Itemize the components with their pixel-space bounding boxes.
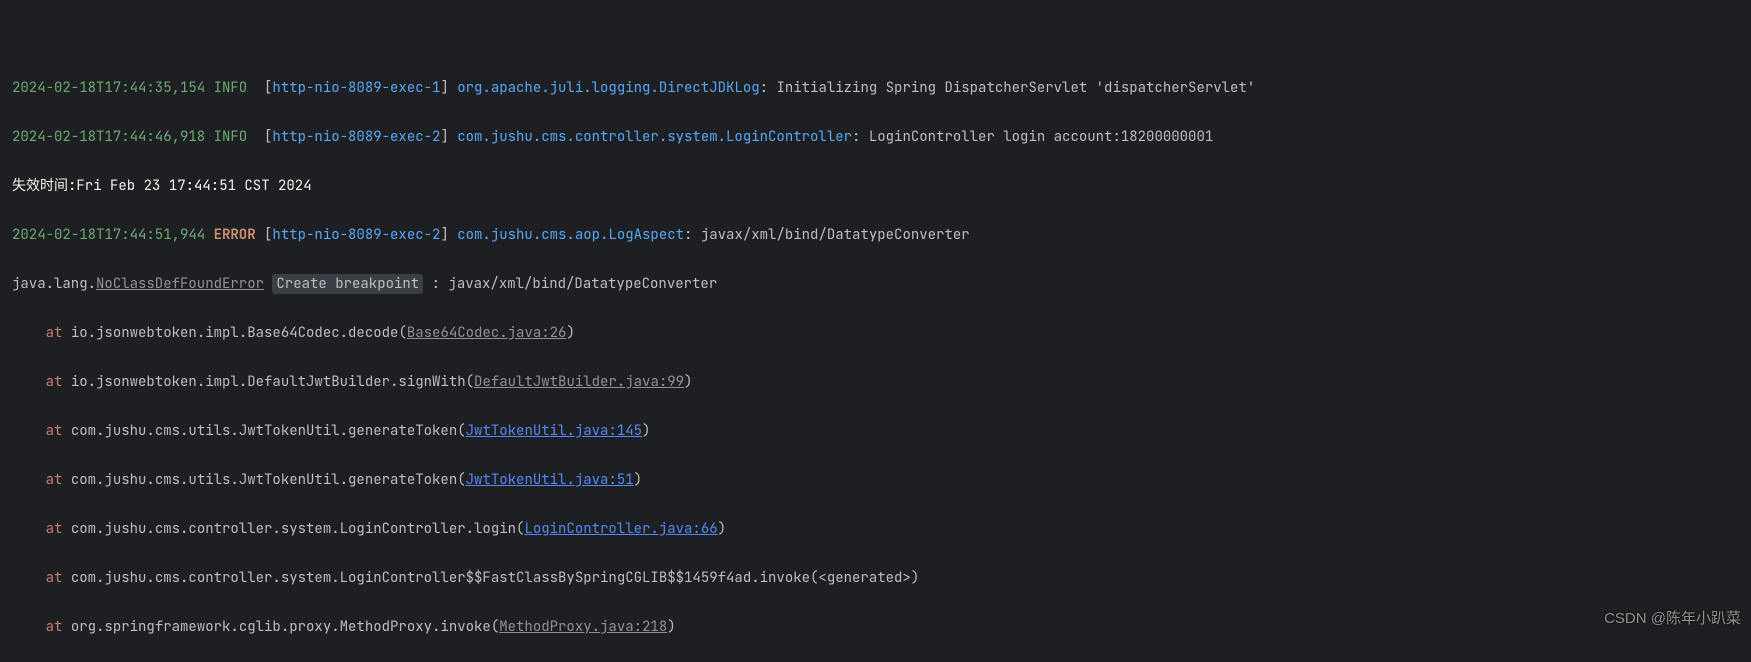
frame: io.jsonwebtoken.impl.DefaultJwtBuilder.s… [71, 373, 466, 391]
logger: com.jushu.cms.controller.system.LoginCon… [457, 128, 852, 146]
source-link[interactable]: LoginController.java:66 [524, 520, 717, 538]
logger: org.apache.juli.logging.DirectJDKLog [457, 79, 759, 97]
at: at [46, 569, 63, 587]
source-link[interactable]: JwtTokenUtil.java:51 [466, 471, 634, 489]
level: INFO [214, 79, 248, 97]
at: at [46, 373, 63, 391]
source-link[interactable]: MethodProxy.java:218 [499, 618, 667, 636]
source-link[interactable]: Base64Codec.java:26 [407, 324, 567, 342]
at: at [46, 520, 63, 538]
message: : javax/xml/bind/DatatypeConverter [684, 226, 970, 244]
timestamp: 2024-02-18T17:44:35,154 [12, 79, 205, 97]
message: : Initializing Spring DispatcherServlet … [760, 79, 1256, 97]
thread: http-nio-8089-exec-1 [272, 79, 440, 97]
frame: org.springframework.cglib.proxy.MethodPr… [71, 618, 491, 636]
level: ERROR [214, 226, 256, 244]
timestamp: 2024-02-18T17:44:46,918 [12, 128, 205, 146]
exc-msg: : javax/xml/bind/DatatypeConverter [432, 275, 718, 293]
logger: com.jushu.cms.aop.LogAspect [457, 226, 684, 244]
frame: com.jushu.cms.controller.system.LoginCon… [71, 520, 516, 538]
exception-line: java.lang.NoClassDefFoundError Create br… [12, 272, 1751, 297]
log-line: 失效时间:Fri Feb 23 17:44:51 CST 2024 [12, 174, 1751, 199]
at: at [46, 324, 63, 342]
watermark: CSDN @陈年小趴菜 [1604, 607, 1741, 632]
log-line: 2024-02-18T17:44:46,918 INFO [http-nio-8… [12, 125, 1751, 150]
frame: io.jsonwebtoken.impl.Base64Codec.decode [71, 324, 399, 342]
invalid-time: 失效时间:Fri Feb 23 17:44:51 CST 2024 [12, 177, 312, 195]
stack-line: at com.jushu.cms.utils.JwtTokenUtil.gene… [12, 419, 1751, 444]
at: at [46, 422, 63, 440]
frame: com.jushu.cms.controller.system.LoginCon… [71, 569, 919, 587]
create-breakpoint-button[interactable]: Create breakpoint [272, 274, 423, 294]
stack-line: at io.jsonwebtoken.impl.DefaultJwtBuilde… [12, 370, 1751, 395]
thread: http-nio-8089-exec-2 [272, 128, 440, 146]
at: at [46, 471, 63, 489]
source-link[interactable]: JwtTokenUtil.java:145 [466, 422, 642, 440]
exc-class[interactable]: NoClassDefFoundError [96, 275, 264, 293]
stack-line: at com.jushu.cms.controller.system.Login… [12, 566, 1751, 591]
frame: com.jushu.cms.utils.JwtTokenUtil.generat… [71, 422, 457, 440]
thread: http-nio-8089-exec-2 [272, 226, 440, 244]
stack-line: at org.springframework.cglib.proxy.Metho… [12, 615, 1751, 640]
stack-line: at com.jushu.cms.controller.system.Login… [12, 517, 1751, 542]
log-output: 2024-02-18T17:44:35,154 INFO [http-nio-8… [0, 49, 1751, 662]
log-line: 2024-02-18T17:44:35,154 INFO [http-nio-8… [12, 76, 1751, 101]
level: INFO [214, 128, 248, 146]
exc-pkg: java.lang. [12, 275, 96, 293]
at: at [46, 618, 63, 636]
stack-line: at com.jushu.cms.utils.JwtTokenUtil.gene… [12, 468, 1751, 493]
source-link[interactable]: DefaultJwtBuilder.java:99 [474, 373, 684, 391]
stack-line: at io.jsonwebtoken.impl.Base64Codec.deco… [12, 321, 1751, 346]
log-line: 2024-02-18T17:44:51,944 ERROR [http-nio-… [12, 223, 1751, 248]
timestamp: 2024-02-18T17:44:51,944 [12, 226, 205, 244]
message: : LoginController login account:18200000… [852, 128, 1213, 146]
frame: com.jushu.cms.utils.JwtTokenUtil.generat… [71, 471, 457, 489]
